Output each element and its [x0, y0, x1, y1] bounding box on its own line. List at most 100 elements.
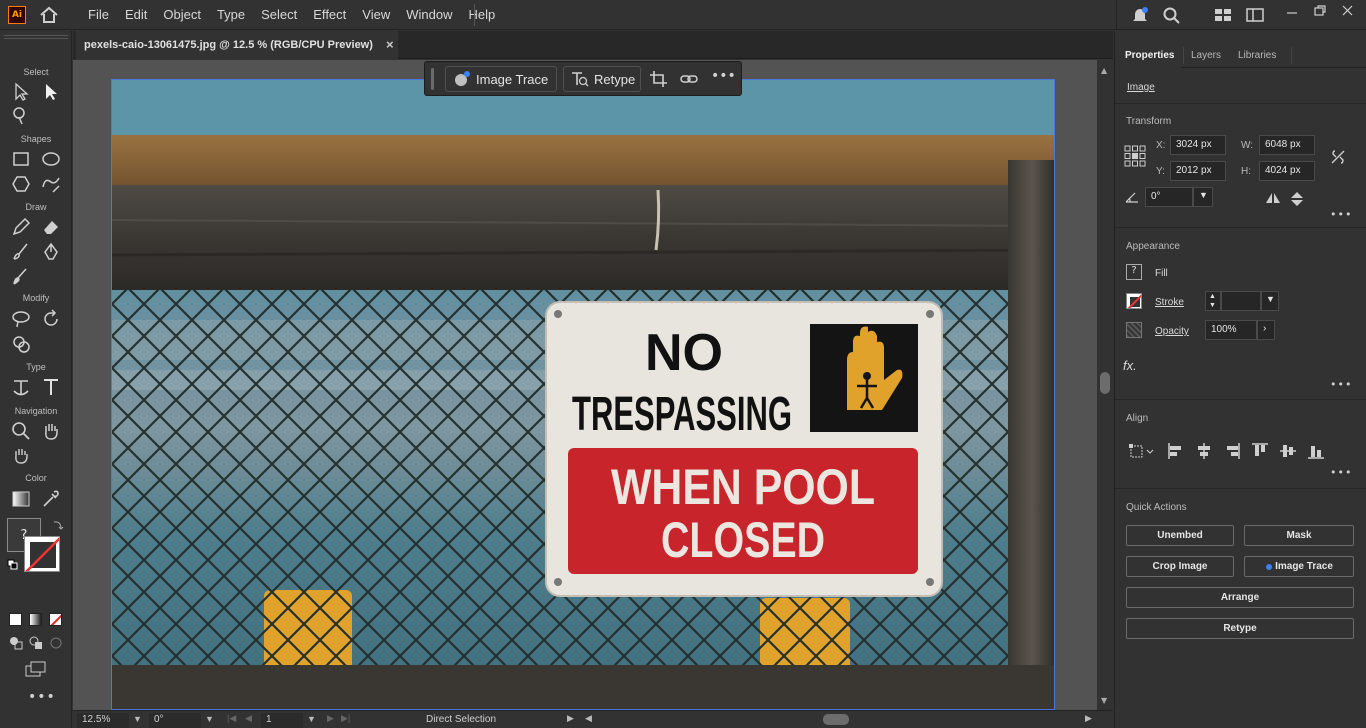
canvas-area[interactable]: NO TRESPASSING WHEN POOL CLOSED — [73, 60, 1097, 710]
align-horizontal-center-icon[interactable] — [1195, 442, 1213, 460]
appearance-more-icon[interactable]: ••• — [1330, 378, 1352, 391]
y-position-input[interactable]: 2012 px — [1170, 161, 1226, 181]
swap-fill-stroke-icon[interactable] — [51, 518, 65, 532]
menu-help[interactable]: Help — [460, 0, 503, 30]
status-menu-icon[interactable]: ▶ — [567, 713, 574, 724]
shaper-tool-icon[interactable] — [40, 173, 62, 195]
stroke-weight-stepper[interactable]: ▲ ▼ — [1205, 291, 1221, 311]
rotation-angle-input[interactable]: 0° — [1145, 187, 1193, 207]
tab-properties[interactable]: Properties — [1115, 43, 1181, 68]
crop-image-button[interactable]: Crop Image — [1126, 556, 1234, 577]
flip-horizontal-icon[interactable] — [1264, 190, 1282, 208]
menu-type[interactable]: Type — [209, 0, 253, 30]
pen-tool-icon[interactable] — [40, 241, 62, 263]
menu-object[interactable]: Object — [155, 0, 209, 30]
lasso-tool-icon[interactable] — [10, 308, 32, 330]
add-effect-icon[interactable]: fx. — [1123, 358, 1137, 373]
opacity-more-icon[interactable]: › — [1257, 320, 1275, 340]
rotation-angle-dropdown[interactable]: ▼ — [1193, 187, 1213, 207]
align-more-icon[interactable]: ••• — [1330, 466, 1352, 479]
scroll-down-icon[interactable]: ▼ — [1101, 696, 1107, 705]
opacity-label[interactable]: Opacity — [1155, 326, 1189, 337]
taskbar-more-icon[interactable]: ••• — [711, 68, 736, 86]
eraser-tool-icon[interactable] — [40, 216, 62, 238]
selection-tool-icon[interactable] — [10, 81, 32, 103]
height-input[interactable]: 4024 px — [1259, 161, 1315, 181]
align-top-icon[interactable] — [1251, 442, 1269, 460]
restore-icon[interactable] — [1310, 2, 1330, 20]
transform-more-icon[interactable]: ••• — [1330, 208, 1352, 221]
vertical-scroll-thumb[interactable] — [1100, 372, 1110, 394]
menu-effect[interactable]: Effect — [305, 0, 354, 30]
hand-tool-icon[interactable] — [40, 420, 62, 442]
flip-vertical-icon[interactable] — [1288, 190, 1306, 208]
minimize-icon[interactable] — [1282, 4, 1302, 22]
tab-layers[interactable]: Layers — [1181, 43, 1231, 68]
print-tiling-tool-icon[interactable] — [10, 444, 32, 466]
unembed-button[interactable]: Unembed — [1126, 525, 1234, 546]
scroll-right-icon[interactable]: ▶ — [1085, 713, 1092, 724]
constrain-proportions-icon[interactable] — [1329, 148, 1347, 166]
scroll-left-icon[interactable]: ◀ — [585, 713, 592, 724]
tab-libraries[interactable]: Libraries — [1228, 43, 1292, 68]
paintbrush-tool-icon[interactable] — [10, 241, 32, 263]
placed-image[interactable]: NO TRESPASSING WHEN POOL CLOSED — [111, 79, 1055, 710]
horizontal-scroll-thumb[interactable] — [823, 714, 849, 725]
rotation-field[interactable]: 0° — [149, 713, 201, 728]
menu-view[interactable]: View — [354, 0, 398, 30]
type-tool-icon[interactable] — [40, 376, 62, 398]
image-trace-quick-button[interactable]: Image Trace — [1244, 556, 1354, 577]
opacity-input[interactable]: 100% — [1205, 320, 1257, 340]
link-icon[interactable] — [679, 70, 699, 88]
blob-brush-tool-icon[interactable] — [10, 266, 32, 288]
rotate-tool-icon[interactable] — [40, 308, 62, 330]
arrange-button[interactable]: Arrange — [1126, 587, 1354, 608]
toolbar-grip[interactable] — [4, 35, 68, 39]
object-type-label[interactable]: Image — [1127, 82, 1155, 93]
zoom-tool-icon[interactable] — [10, 420, 32, 442]
ellipse-tool-icon[interactable] — [40, 148, 62, 170]
gradient-mode-icon[interactable] — [29, 613, 42, 626]
rectangle-tool-icon[interactable] — [10, 148, 32, 170]
mask-button[interactable]: Mask — [1244, 525, 1354, 546]
next-artboard-icon[interactable]: ▶ — [327, 713, 334, 724]
align-bottom-icon[interactable] — [1307, 442, 1325, 460]
notifications-bell-icon[interactable] — [1130, 6, 1150, 24]
search-icon[interactable] — [1162, 6, 1182, 24]
align-vertical-center-icon[interactable] — [1279, 442, 1297, 460]
rotation-dropdown-icon[interactable]: ▼ — [205, 714, 214, 724]
color-mode-icon[interactable] — [9, 613, 22, 626]
last-artboard-icon[interactable]: ▶| — [341, 713, 350, 724]
magic-wand-tool-icon[interactable] — [10, 105, 32, 127]
retype-quick-button[interactable]: Retype — [1126, 618, 1354, 639]
type-on-path-tool-icon[interactable] — [10, 376, 32, 398]
stroke-swatch[interactable] — [24, 536, 60, 572]
align-left-icon[interactable] — [1167, 442, 1185, 460]
stroke-weight-input[interactable] — [1221, 291, 1261, 311]
first-artboard-icon[interactable]: |◀ — [227, 713, 236, 724]
menu-window[interactable]: Window — [398, 0, 460, 30]
artboard-dropdown-icon[interactable]: ▼ — [307, 714, 316, 724]
polygon-tool-icon[interactable] — [10, 173, 32, 195]
draw-normal-icon[interactable] — [9, 636, 23, 650]
gradient-tool-icon[interactable] — [10, 488, 32, 510]
draw-behind-icon[interactable] — [29, 636, 43, 650]
taskbar-grip[interactable] — [431, 68, 434, 90]
none-mode-icon[interactable] — [49, 613, 62, 626]
fill-color-swatch[interactable]: ? — [1126, 264, 1142, 280]
default-colors-icon[interactable] — [7, 559, 19, 571]
stroke-weight-dropdown[interactable]: ▼ — [1261, 291, 1279, 311]
eyedropper-tool-icon[interactable] — [40, 488, 62, 510]
stroke-color-swatch[interactable] — [1126, 293, 1142, 309]
app-logo[interactable]: Ai — [8, 6, 26, 24]
draw-inside-icon[interactable] — [49, 636, 63, 650]
pencil-tool-icon[interactable] — [10, 216, 32, 238]
direct-selection-tool-icon[interactable] — [40, 81, 62, 103]
menu-edit[interactable]: Edit — [117, 0, 155, 30]
close-document-icon[interactable]: × — [386, 37, 398, 52]
menu-select[interactable]: Select — [253, 0, 305, 30]
edit-toolbar-more-icon[interactable]: ••• — [28, 689, 56, 705]
vertical-scrollbar[interactable]: ▲ ▼ — [1097, 60, 1113, 710]
close-window-icon[interactable] — [1338, 2, 1358, 20]
zoom-field[interactable]: 12.5% — [77, 713, 129, 728]
